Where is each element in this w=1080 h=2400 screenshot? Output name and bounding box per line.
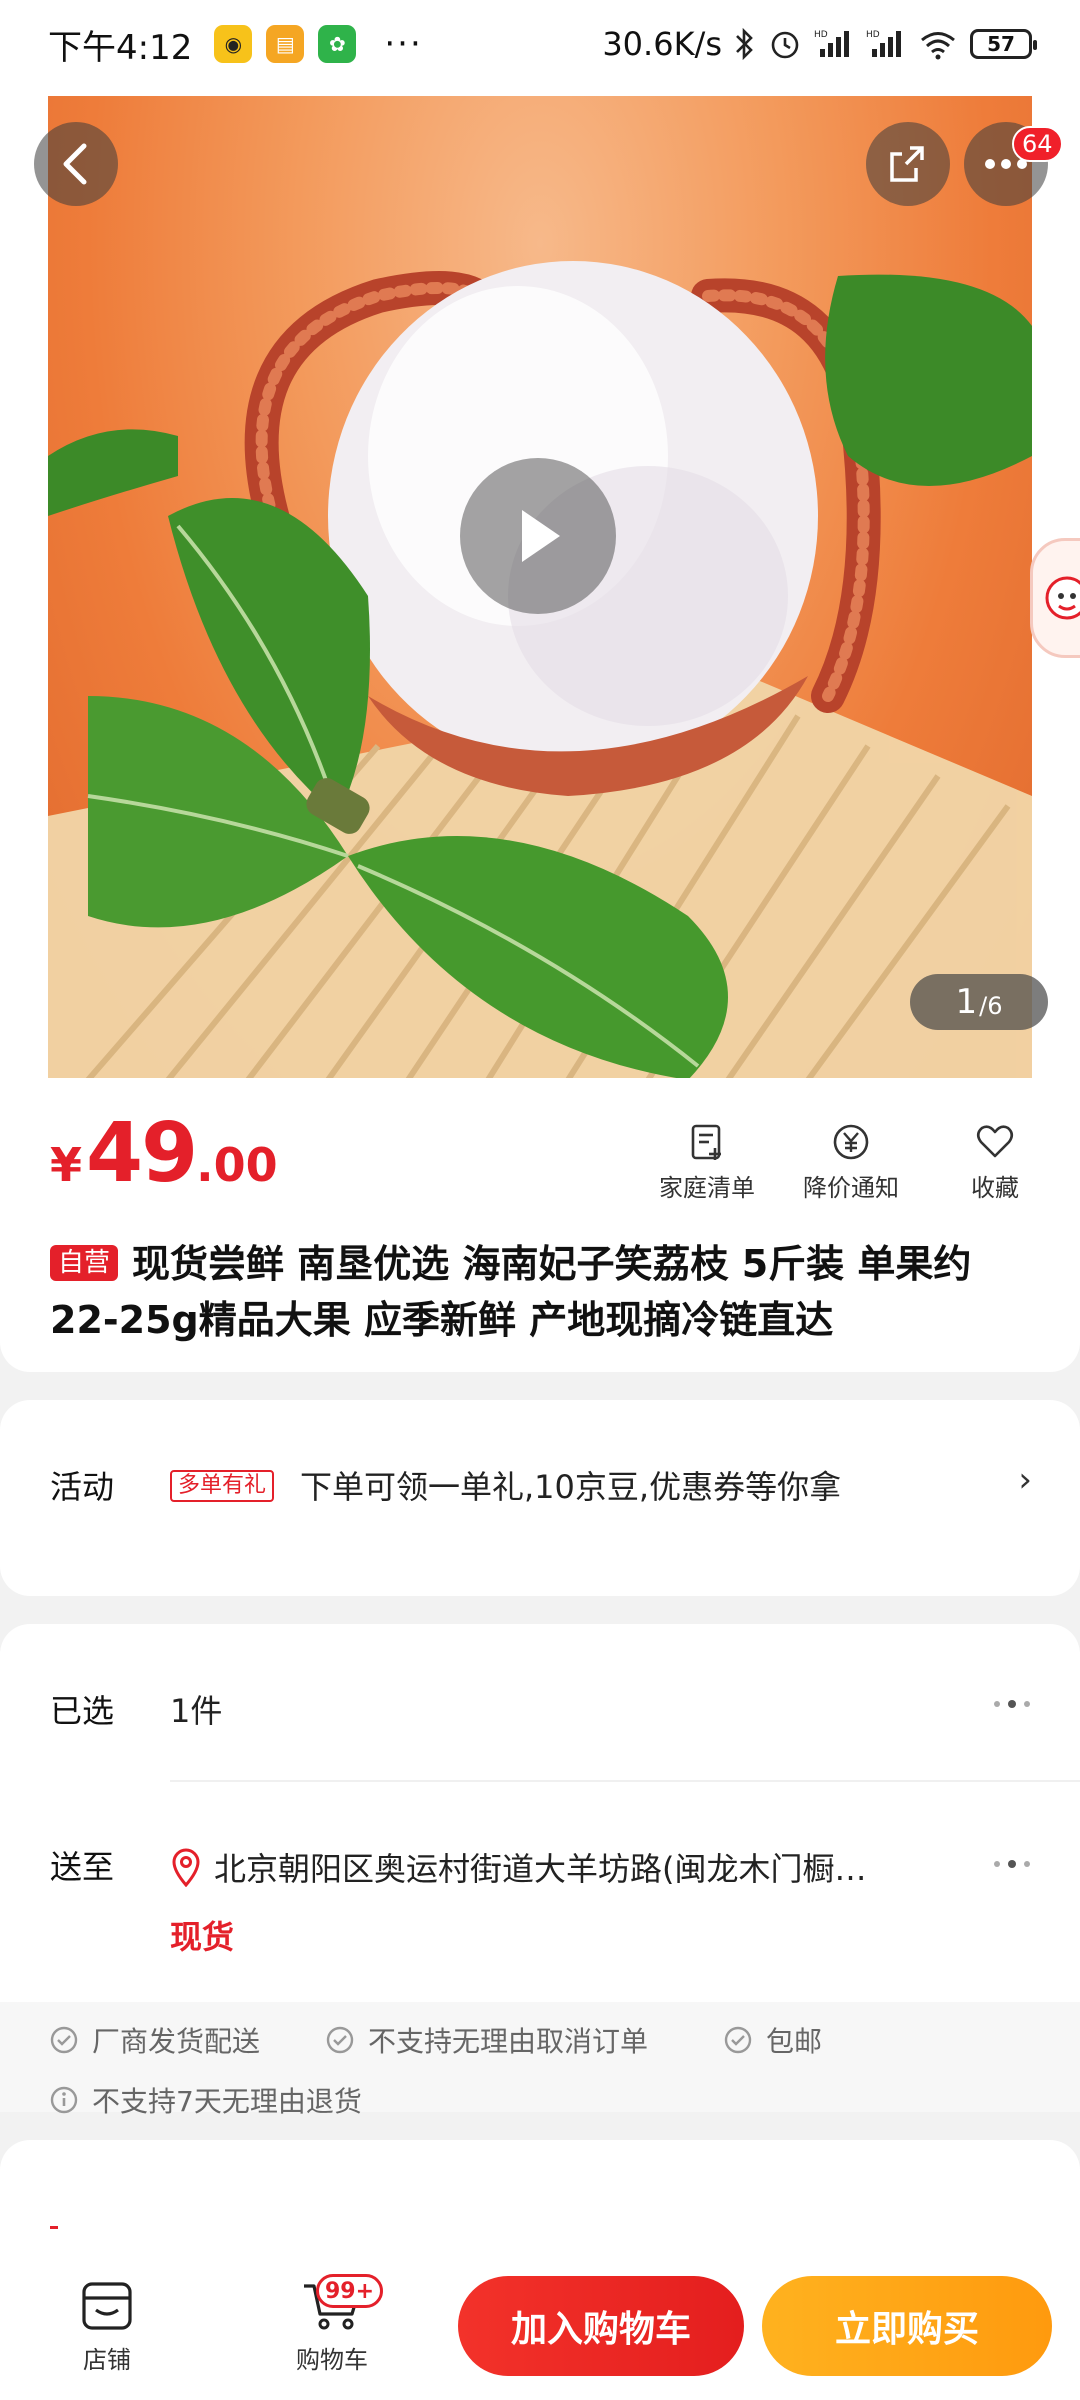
notes-notification-icon: ▤ (266, 25, 305, 63)
network-speed: 30.6K/s (602, 25, 722, 63)
price-integer: 49 (86, 1106, 198, 1201)
section-marker (50, 2226, 58, 2229)
shop-icon (82, 2282, 132, 2330)
stock-status: 现货 (170, 1918, 235, 1956)
service-item: 厂商发货配送 (50, 2020, 260, 2060)
buy-now-button[interactable]: 立即购买 (762, 2276, 1052, 2376)
svg-text:HD: HD (814, 30, 828, 40)
app-notification-icon: ◉ (214, 25, 253, 63)
play-video-button[interactable] (460, 458, 616, 614)
mascot-icon (1045, 576, 1080, 620)
service-text: 包邮 (766, 2025, 823, 2058)
promotion-label: 活动 (50, 1468, 115, 1506)
back-button[interactable] (34, 122, 118, 206)
price-decimal: .00 (196, 1138, 278, 1192)
chevron-right-icon: › (1018, 1460, 1032, 1500)
selected-value: 1件 (170, 1692, 223, 1730)
pager-total: /6 (979, 992, 1003, 1020)
price-symbol: ¥ (50, 1138, 83, 1192)
promotion-text: 下单可领一单礼,10京豆,优惠券等你拿 (300, 1468, 842, 1506)
heart-icon (976, 1125, 1014, 1158)
price-alert-button[interactable]: 降价通知 (796, 1122, 906, 1203)
price: ¥ 49 .00 (50, 1106, 278, 1201)
service-text: 不支持7天无理由退货 (92, 2085, 362, 2118)
info-circle-icon (50, 2086, 78, 2114)
bottom-action-bar: 店铺 购物车 99+ 加入购物车 立即购买 (0, 2248, 1080, 2400)
add-to-cart-button[interactable]: 加入购物车 (458, 2276, 744, 2376)
service-item: 不支持7天无理由退货 (50, 2080, 362, 2120)
family-list-button[interactable]: 家庭清单 (652, 1122, 762, 1203)
selection-card: 已选 1件 送至 北京朝阳区奥运村街道大羊坊路(闽龙木门橱… 现货 厂商发货配送… (0, 1624, 1080, 2118)
product-info-card: ¥ 49 .00 家庭清单 降价通知 收藏 自营 现货尝鲜 南垦优选 海南妃子笑荔… (0, 1078, 1080, 1372)
family-list-label: 家庭清单 (659, 1174, 755, 1202)
product-title: 自营 现货尝鲜 南垦优选 海南妃子笑荔枝 5斤装 单果约22-25g精品大果 应季… (50, 1236, 1040, 1348)
more-options-icon (994, 1860, 1030, 1868)
promotion-tag: 多单有礼 (170, 1470, 275, 1502)
service-text: 不支持无理由取消订单 (368, 2025, 649, 2058)
status-bar: 下午4:12 ◉ ▤ ✿ ··· 30.6K/s HD HD 57 (0, 0, 1080, 88)
product-hero: 64 1 /6 (0, 88, 1080, 1080)
battery-indicator: 57 (970, 29, 1037, 59)
chevron-left-icon (63, 143, 87, 185)
self-operated-badge: 自营 (50, 1245, 119, 1281)
svg-text:HD: HD (866, 30, 880, 40)
shop-button[interactable]: 店铺 (78, 2278, 136, 2375)
product-actions: 家庭清单 降价通知 收藏 (652, 1122, 1050, 1203)
service-item: 包邮 (724, 2020, 822, 2060)
location-pin-icon (172, 1848, 200, 1887)
game-notification-icon: ✿ (318, 25, 357, 63)
favorite-button[interactable]: 收藏 (940, 1122, 1050, 1203)
message-count-badge: 64 (1012, 126, 1063, 162)
service-guarantees[interactable]: 厂商发货配送 不支持无理由取消订单 包邮 不支持7天无理由退货 (0, 2002, 1080, 2118)
share-icon (890, 146, 924, 182)
shop-label: 店铺 (83, 2346, 131, 2374)
selected-label: 已选 (50, 1692, 115, 1730)
pager-current: 1 (955, 982, 978, 1022)
wifi-icon (918, 27, 958, 61)
play-icon (522, 510, 560, 562)
price-drop-icon (833, 1124, 869, 1160)
product-title-text: 现货尝鲜 南垦优选 海南妃子笑荔枝 5斤装 单果约22-25g精品大果 应季新鲜… (50, 1242, 972, 1342)
share-button[interactable] (866, 122, 950, 206)
check-circle-icon (326, 2026, 354, 2054)
cart-label: 购物车 (296, 2346, 368, 2374)
status-time: 下午4:12 (48, 27, 193, 68)
price-alert-label: 降价通知 (803, 1174, 899, 1202)
service-item: 不支持无理由取消订单 (326, 2020, 648, 2060)
ship-to-label: 送至 (50, 1848, 115, 1886)
image-pager: 1 /6 (910, 974, 1048, 1030)
list-add-icon (691, 1124, 721, 1160)
check-circle-icon (724, 2026, 752, 2054)
bluetooth-icon (734, 27, 756, 61)
signal-hd-2-icon: HD (866, 27, 906, 61)
divider (170, 1780, 1080, 1782)
alarm-icon (768, 27, 802, 61)
promotion-row[interactable]: 活动 多单有礼 下单可领一单礼,10京豆,优惠券等你拿 › (0, 1400, 1080, 1596)
favorite-label: 收藏 (971, 1174, 1019, 1202)
status-more-dots: ··· (384, 24, 423, 64)
address-text: 北京朝阳区奥运村街道大羊坊路(闽龙木门橱… (214, 1850, 867, 1888)
address: 北京朝阳区奥运村街道大羊坊路(闽龙木门橱… (170, 1844, 867, 1890)
check-circle-icon (50, 2026, 78, 2054)
cart-count-badge: 99+ (316, 2274, 384, 2308)
mascot-float-button[interactable] (1030, 538, 1080, 658)
more-options-icon (994, 1700, 1030, 1708)
signal-hd-1-icon: HD (814, 27, 854, 61)
service-text: 厂商发货配送 (92, 2025, 261, 2058)
